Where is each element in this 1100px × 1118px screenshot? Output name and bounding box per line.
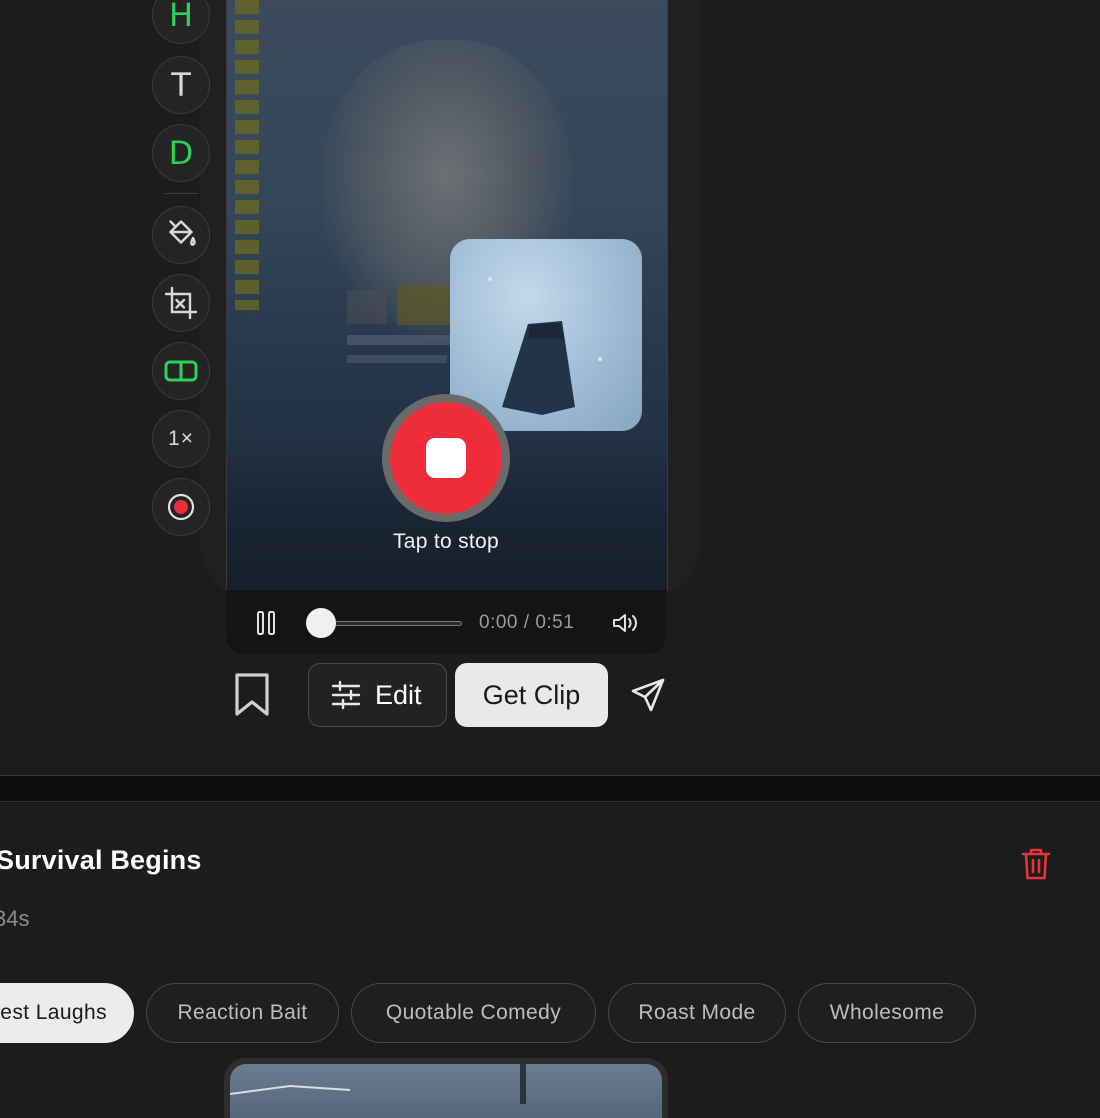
send-icon[interactable] (630, 677, 666, 713)
next-clip-image (230, 1064, 526, 1104)
section-gap (0, 776, 1100, 801)
stop-icon (426, 438, 466, 478)
tap-to-stop-label: Tap to stop (392, 530, 500, 553)
crop-tool-button[interactable] (152, 274, 210, 332)
record-tool-button[interactable] (152, 478, 210, 536)
stop-recording-button[interactable] (382, 394, 510, 522)
next-clip-thumbnail[interactable] (224, 1058, 668, 1118)
delete-icon[interactable] (1020, 847, 1052, 881)
chip-wholesome[interactable]: Wholesome (798, 983, 976, 1043)
edit-button[interactable]: Edit (308, 663, 447, 727)
clip-title: Survival Begins (0, 845, 202, 875)
chip-best-laughs[interactable]: est Laughs (0, 983, 134, 1043)
tool-rail-divider (164, 193, 198, 194)
text-tool-button[interactable]: T (152, 56, 210, 114)
chip-roast-mode[interactable]: Roast Mode (608, 983, 786, 1043)
split-layout-icon (164, 360, 198, 382)
paint-bucket-icon (169, 220, 196, 246)
highlight-tool-label: H (168, 0, 194, 34)
chip-reaction-bait[interactable]: Reaction Bait (146, 983, 339, 1043)
sliders-icon (331, 680, 361, 710)
crop-icon (164, 286, 198, 320)
speed-button[interactable]: 1× (152, 410, 210, 468)
playback-time: 0:00 / 0:51 (479, 612, 575, 633)
record-icon (167, 493, 195, 521)
video-caption-overlay (235, 0, 259, 310)
pause-icon[interactable] (256, 610, 276, 636)
volume-icon[interactable] (611, 611, 641, 635)
scrub-track[interactable] (322, 621, 462, 626)
scrub-handle[interactable] (306, 608, 336, 638)
draw-tool-label: D (168, 134, 194, 172)
split-layout-button[interactable] (152, 342, 210, 400)
draw-tool-button[interactable]: D (152, 124, 210, 182)
edit-label: Edit (375, 679, 422, 710)
stop-button-core (390, 402, 502, 514)
text-tool-label: T (171, 66, 191, 104)
get-clip-button[interactable]: Get Clip (455, 663, 608, 727)
clip-duration: 34s (0, 906, 30, 931)
bookmark-icon[interactable] (232, 672, 272, 718)
chip-quotable-comedy[interactable]: Quotable Comedy (351, 983, 596, 1043)
fill-tool-button[interactable] (152, 206, 210, 264)
speed-label: 1× (168, 427, 194, 450)
